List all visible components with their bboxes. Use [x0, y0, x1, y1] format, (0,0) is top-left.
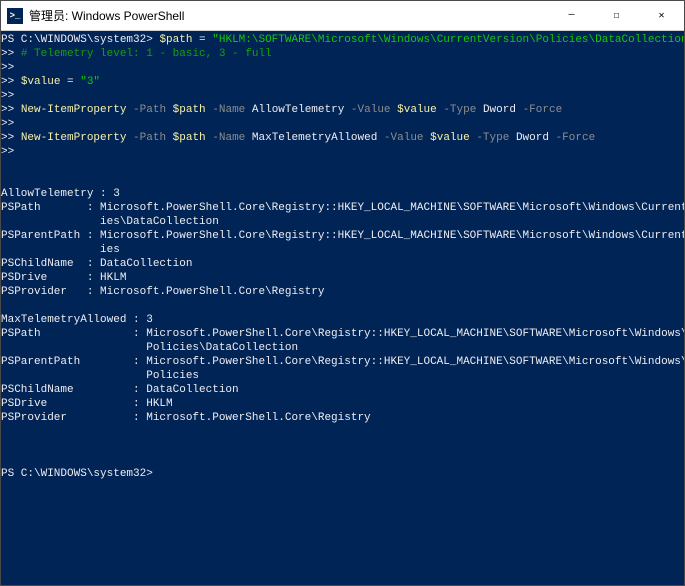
window-controls: — ☐ ✕: [549, 1, 684, 30]
prompt-text: PS C:\WINDOWS\system32>: [1, 468, 153, 480]
argument: Dword: [516, 132, 549, 144]
operator: =: [192, 34, 212, 46]
flag: -Force: [516, 104, 562, 116]
terminal-area[interactable]: PS C:\WINDOWS\system32> $path = "HKLM:\S…: [1, 31, 684, 585]
continuation-prompt: >>: [1, 118, 14, 130]
minimize-button[interactable]: —: [549, 1, 594, 30]
output-line: ies\DataCollection: [1, 216, 219, 228]
string-literal: "3": [80, 76, 100, 88]
output-line: MaxTelemetryAllowed : 3: [1, 314, 153, 326]
close-button[interactable]: ✕: [639, 1, 684, 30]
continuation-prompt: >>: [1, 76, 14, 88]
window-title: 管理员: Windows PowerShell: [29, 7, 549, 24]
output-line: Policies\DataCollection: [1, 342, 298, 354]
variable: $path: [159, 34, 192, 46]
flag: -Name: [206, 104, 252, 116]
flag: -Name: [206, 132, 252, 144]
output-line: PSPath : Microsoft.PowerShell.Core\Regis…: [1, 328, 684, 340]
powershell-icon: >_: [7, 8, 23, 24]
argument: MaxTelemetryAllowed: [252, 132, 377, 144]
continuation-prompt: >>: [1, 104, 14, 116]
output-line: PSChildName : DataCollection: [1, 258, 192, 270]
cmdlet: New-ItemProperty: [21, 132, 127, 144]
argument: AllowTelemetry: [252, 104, 344, 116]
variable: $value: [430, 132, 470, 144]
flag: -Force: [549, 132, 595, 144]
output-line: Policies: [1, 370, 199, 382]
prompt-text: PS C:\WINDOWS\system32>: [1, 34, 153, 46]
flag: -Path: [126, 104, 172, 116]
output-line: PSParentPath : Microsoft.PowerShell.Core…: [1, 230, 684, 242]
output-line: PSDrive : HKLM: [1, 272, 126, 284]
continuation-prompt: >>: [1, 90, 14, 102]
operator: =: [60, 76, 80, 88]
variable: $path: [173, 104, 206, 116]
output-line: PSChildName : DataCollection: [1, 384, 239, 396]
comment: # Telemetry level: 1 - basic, 3 - full: [21, 48, 272, 60]
continuation-prompt: >>: [1, 62, 14, 74]
maximize-button[interactable]: ☐: [594, 1, 639, 30]
flag: -Type: [437, 104, 483, 116]
continuation-prompt: >>: [1, 146, 14, 158]
continuation-prompt: >>: [1, 48, 14, 60]
output-line: AllowTelemetry : 3: [1, 188, 120, 200]
flag: -Value: [344, 104, 397, 116]
output-line: PSProvider : Microsoft.PowerShell.Core\R…: [1, 412, 371, 424]
output-line: PSPath : Microsoft.PowerShell.Core\Regis…: [1, 202, 684, 214]
variable: $value: [21, 76, 61, 88]
flag: -Value: [377, 132, 430, 144]
flag: -Path: [126, 132, 172, 144]
output-line: PSParentPath : Microsoft.PowerShell.Core…: [1, 356, 684, 368]
argument: Dword: [483, 104, 516, 116]
flag: -Type: [470, 132, 516, 144]
continuation-prompt: >>: [1, 132, 14, 144]
output-line: ies: [1, 244, 120, 256]
titlebar[interactable]: >_ 管理员: Windows PowerShell — ☐ ✕: [1, 1, 684, 31]
string-literal: "HKLM:\SOFTWARE\Microsoft\Windows\Curren…: [212, 34, 684, 46]
output-line: PSProvider : Microsoft.PowerShell.Core\R…: [1, 286, 324, 298]
cmdlet: New-ItemProperty: [21, 104, 127, 116]
variable: $path: [173, 132, 206, 144]
output-line: PSDrive : HKLM: [1, 398, 173, 410]
powershell-window: >_ 管理员: Windows PowerShell — ☐ ✕ PS C:\W…: [0, 0, 685, 586]
variable: $value: [397, 104, 437, 116]
